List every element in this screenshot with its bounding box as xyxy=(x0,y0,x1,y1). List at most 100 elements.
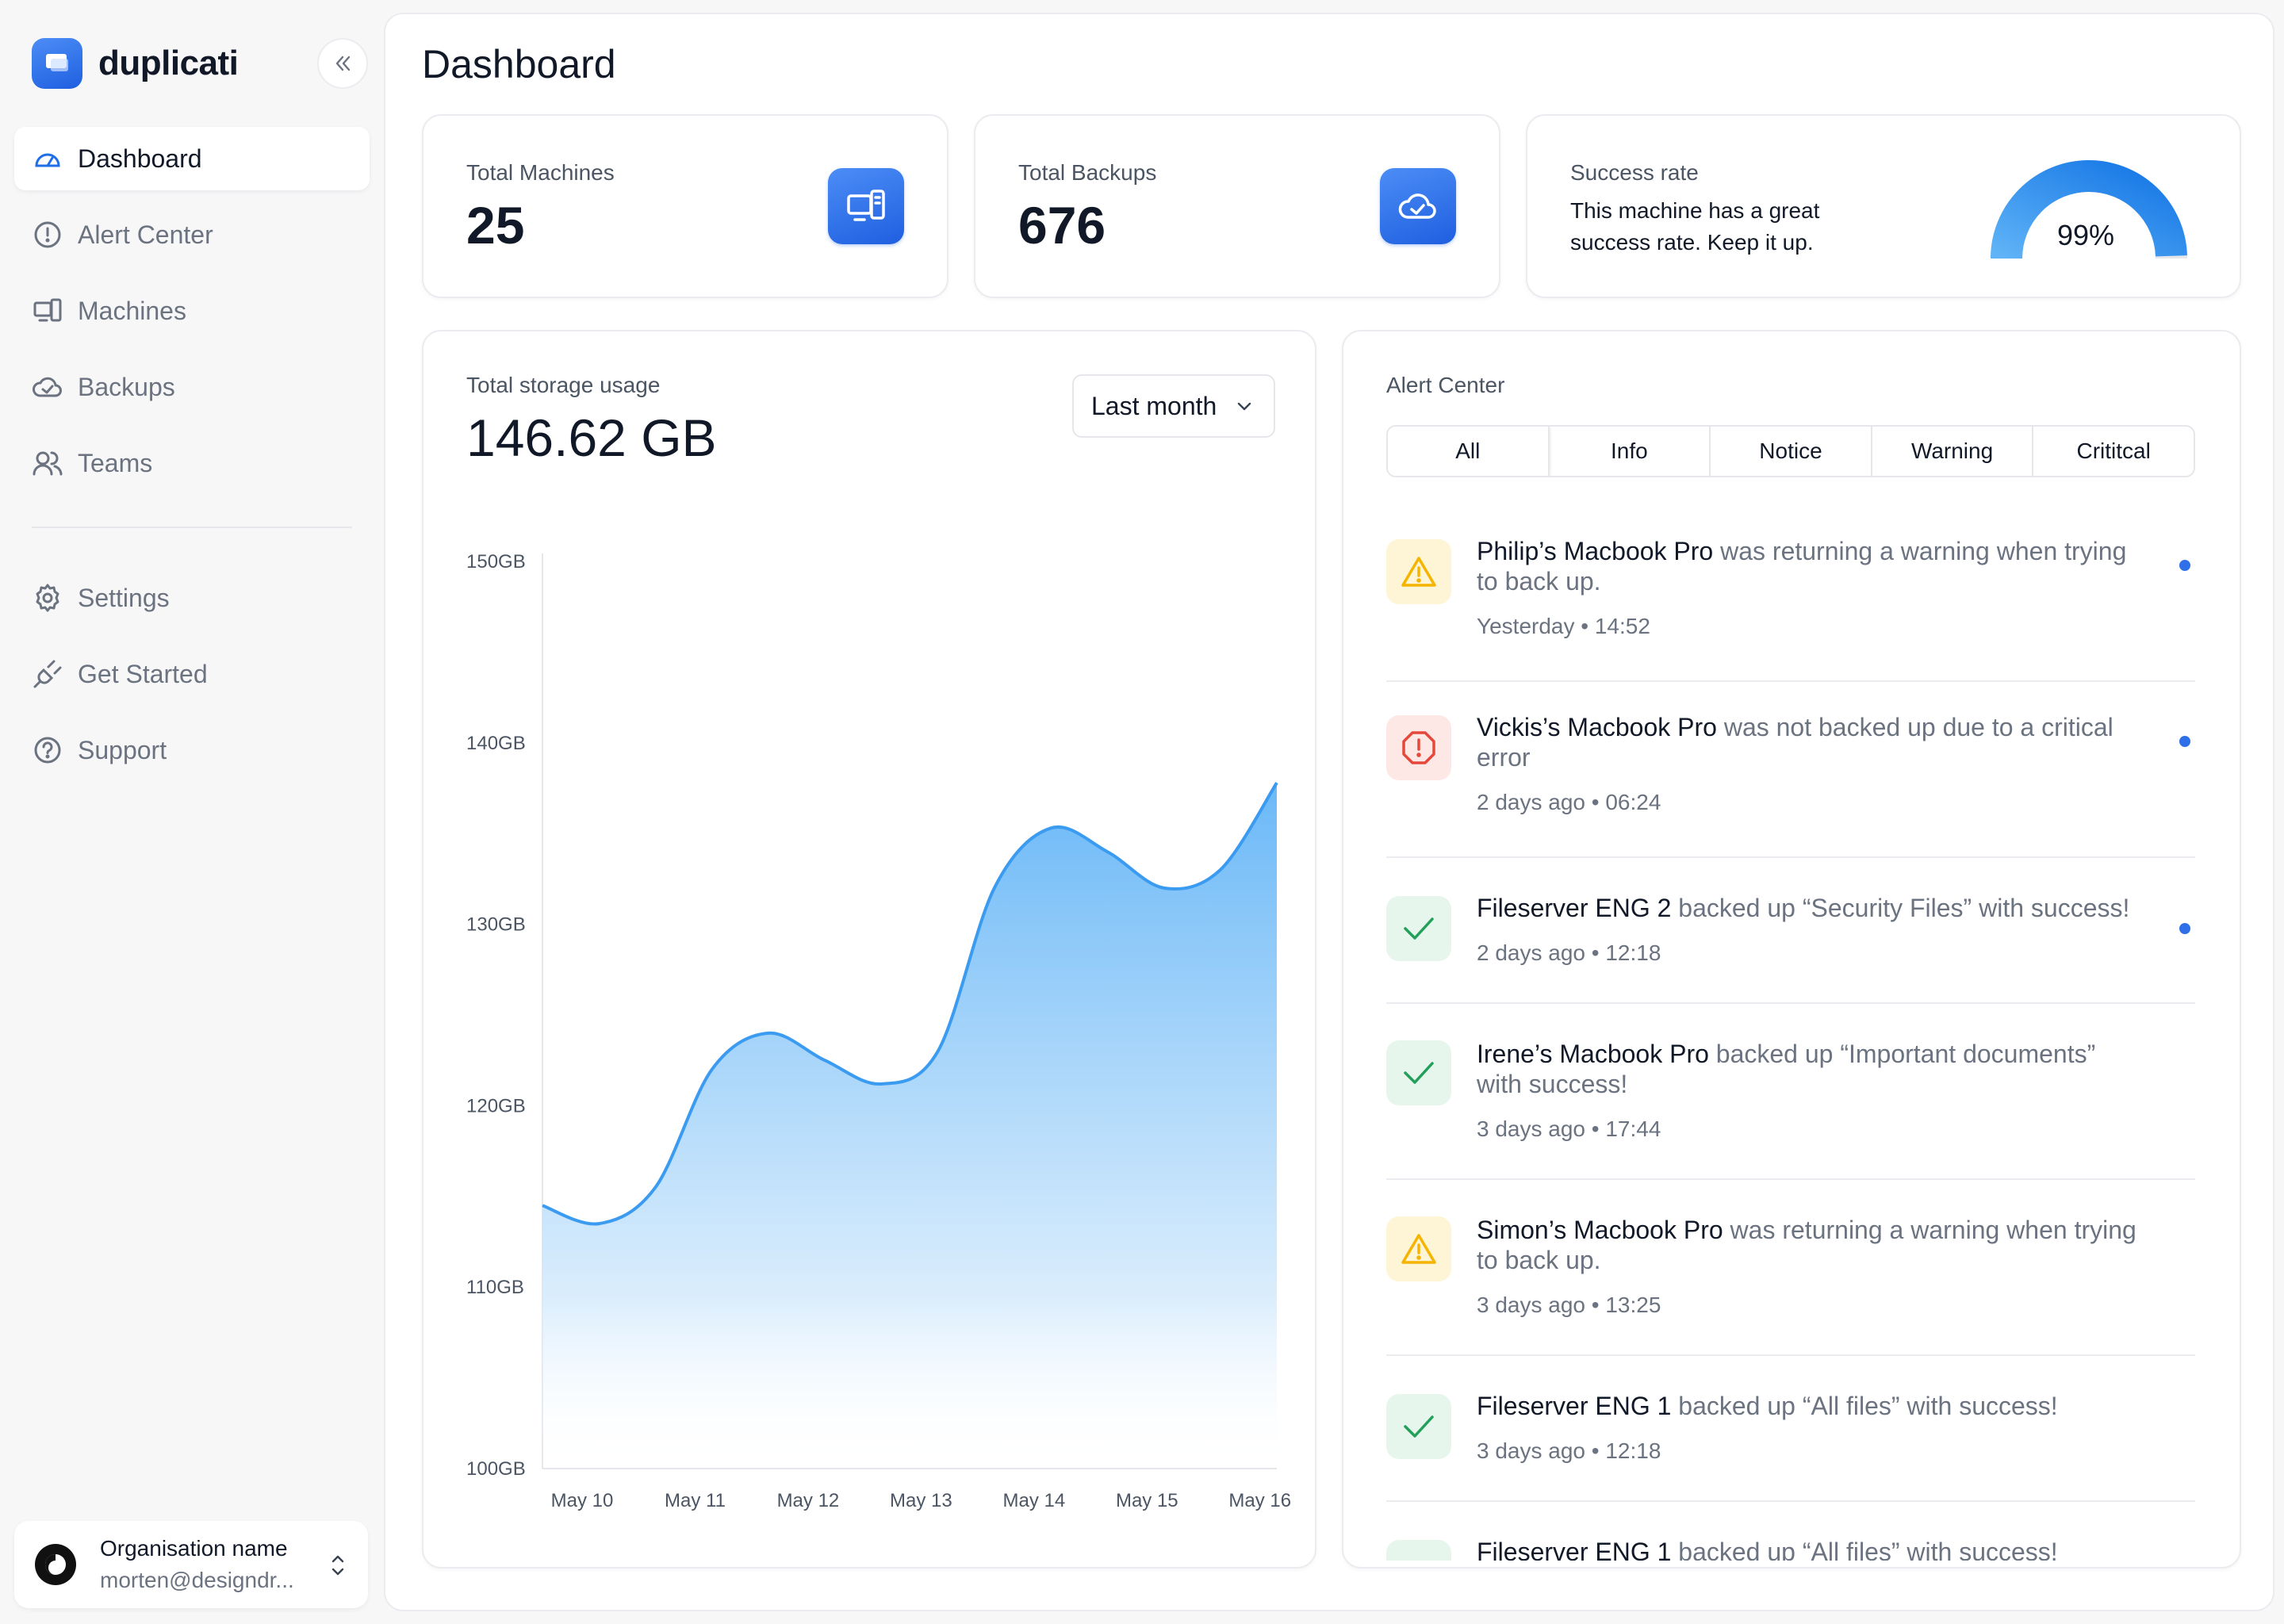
x-tick-label: May 16 xyxy=(1228,1490,1291,1511)
alert-circle-icon xyxy=(32,219,63,251)
organisation-email: morten@designdr... xyxy=(100,1568,294,1592)
page-title: Dashboard xyxy=(422,42,616,86)
y-tick-label: 100GB xyxy=(466,1458,526,1480)
sidebar-item-label: Dashboard xyxy=(78,144,202,173)
unread-dot xyxy=(2179,736,2190,747)
help-circle-icon xyxy=(32,734,63,766)
unread-dot xyxy=(2179,923,2190,934)
stat-label: Success rate xyxy=(1570,160,1699,185)
sidebar-item-teams[interactable]: Teams xyxy=(14,431,370,495)
alert-actor: Irene’s Macbook Pro xyxy=(1477,1040,1709,1068)
storage-value: 146.62 GB xyxy=(466,408,717,467)
alert-item[interactable]: Fileserver ENG 1 backed up “All files” w… xyxy=(1386,1356,2195,1502)
x-tick-label: May 10 xyxy=(551,1490,614,1511)
stat-label: Total Machines xyxy=(466,160,615,185)
plug-icon xyxy=(32,658,63,690)
stat-value: 25 xyxy=(466,196,525,255)
check-icon xyxy=(1386,1394,1451,1459)
x-tick-label: May 12 xyxy=(777,1490,840,1511)
alert-list: Philip’s Macbook Pro was returning a war… xyxy=(1386,506,2195,1561)
storage-label: Total storage usage xyxy=(466,373,661,397)
alert-item[interactable]: Vickis’s Macbook Pro was not backed up d… xyxy=(1386,682,2195,858)
alert-actor: Fileserver ENG 1 xyxy=(1477,1392,1672,1420)
y-tick-label: 150GB xyxy=(466,551,526,573)
machines-icon xyxy=(32,295,63,327)
brand[interactable]: duplicati xyxy=(32,38,239,89)
storage-chart: 150GB 140GB 130GB 120GB 110GB 100GB May 10 May … xyxy=(466,551,1291,1511)
organisation-switcher[interactable]: Organisation name morten@designdr... xyxy=(14,1521,368,1608)
alert-time: 3 days ago • 13:25 xyxy=(1477,1293,1661,1317)
sidebar-item-dashboard[interactable]: Dashboard xyxy=(14,127,370,190)
organisation-avatar xyxy=(35,1544,76,1585)
storage-area xyxy=(542,783,1277,1469)
check-icon xyxy=(1386,1540,1451,1561)
x-tick-label: May 15 xyxy=(1116,1490,1178,1511)
alert-actor: Philip’s Macbook Pro xyxy=(1477,537,1714,565)
sidebar-divider xyxy=(32,527,352,528)
duplicati-logo-icon xyxy=(32,38,82,89)
unread-dot xyxy=(2179,560,2190,571)
machines-icon xyxy=(828,168,904,244)
sidebar: duplicati Dashboard Alert Center Machine… xyxy=(0,0,384,1624)
alert-message: backed up “All files” with success! xyxy=(1671,1392,2058,1420)
chevron-down-icon xyxy=(1237,402,1251,411)
sidebar-item-label: Get Started xyxy=(78,659,208,688)
alert-actor: Vickis’s Macbook Pro xyxy=(1477,713,1717,741)
sidebar-item-get-started[interactable]: Get Started xyxy=(14,642,370,706)
collapse-sidebar-button[interactable] xyxy=(317,38,368,89)
tab-info[interactable]: Info xyxy=(1550,427,1711,476)
y-tick-label: 130GB xyxy=(466,914,526,936)
alert-center-card: Alert Center All Info Notice Warning Cri… xyxy=(1342,330,2241,1568)
period-select[interactable]: Last month xyxy=(1072,374,1275,438)
alert-actor: Fileserver ENG 1 xyxy=(1477,1538,1672,1561)
x-tick-label: May 13 xyxy=(890,1490,952,1511)
dashboard-gauge-icon xyxy=(32,143,63,174)
alert-item[interactable]: Fileserver ENG 2 backed up “Security Fil… xyxy=(1386,858,2195,1004)
check-icon xyxy=(1386,1040,1451,1105)
stat-card-success-rate: Success rate This machine has a great su… xyxy=(1526,114,2241,298)
alert-time: 3 days ago • 12:18 xyxy=(1477,1438,1661,1463)
success-rate-value: 99% xyxy=(2057,219,2115,251)
alert-item[interactable]: Irene’s Macbook Pro backed up “Important… xyxy=(1386,1004,2195,1180)
alert-item[interactable]: Simon’s Macbook Pro was returning a warn… xyxy=(1386,1180,2195,1356)
y-tick-label: 110GB xyxy=(466,1277,524,1298)
cloud-check-icon xyxy=(1380,168,1456,244)
gear-icon xyxy=(32,582,63,614)
sidebar-item-label: Settings xyxy=(78,583,170,612)
sidebar-item-alert-center[interactable]: Alert Center xyxy=(14,203,370,266)
sidebar-item-label: Backups xyxy=(78,372,175,401)
storage-card: Total storage usage 146.62 GB Last month… xyxy=(422,330,1316,1568)
sidebar-item-machines[interactable]: Machines xyxy=(14,279,370,343)
stat-value: 676 xyxy=(1018,196,1106,255)
alert-message: backed up “Security Files” with success! xyxy=(1671,894,2130,922)
alert-time: 2 days ago • 06:24 xyxy=(1477,790,1661,814)
alert-message: backed up “All files” with success! xyxy=(1671,1538,2058,1561)
warning-triangle-icon xyxy=(1386,539,1451,604)
alert-time: 2 days ago • 12:18 xyxy=(1477,940,1661,965)
tab-all[interactable]: All xyxy=(1388,427,1550,476)
sidebar-item-label: Machines xyxy=(78,296,186,325)
double-chevron-left-icon xyxy=(335,56,351,71)
sidebar-item-label: Support xyxy=(78,735,167,764)
tab-critical[interactable]: Crititcal xyxy=(2033,427,2194,476)
stat-card-backups: Total Backups 676 xyxy=(974,114,1500,298)
alert-time: 3 days ago • 17:44 xyxy=(1477,1116,1661,1141)
sidebar-item-backups[interactable]: Backups xyxy=(14,355,370,419)
x-tick-label: May 11 xyxy=(665,1490,726,1511)
sidebar-item-settings[interactable]: Settings xyxy=(14,566,370,630)
sidebar-nav: Dashboard Alert Center Machines Backups … xyxy=(14,127,370,795)
alert-item[interactable]: Philip’s Macbook Pro was returning a war… xyxy=(1386,506,2195,682)
tab-warning[interactable]: Warning xyxy=(1872,427,2034,476)
period-select-value: Last month xyxy=(1091,391,1217,420)
main-panel: Dashboard Total Machines 25 Total Backup… xyxy=(384,13,2274,1611)
sidebar-item-label: Alert Center xyxy=(78,220,213,249)
alert-actor: Fileserver ENG 2 xyxy=(1477,894,1672,922)
success-description: This machine has a great success rate. K… xyxy=(1570,198,1820,255)
tab-notice[interactable]: Notice xyxy=(1711,427,1872,476)
stat-card-machines: Total Machines 25 xyxy=(422,114,948,298)
y-tick-label: 140GB xyxy=(466,733,526,754)
sidebar-item-support[interactable]: Support xyxy=(14,718,370,782)
y-tick-label: 120GB xyxy=(466,1095,526,1116)
users-icon xyxy=(32,447,63,479)
alert-item[interactable]: Fileserver ENG 1 backed up “All files” w… xyxy=(1386,1502,2195,1561)
